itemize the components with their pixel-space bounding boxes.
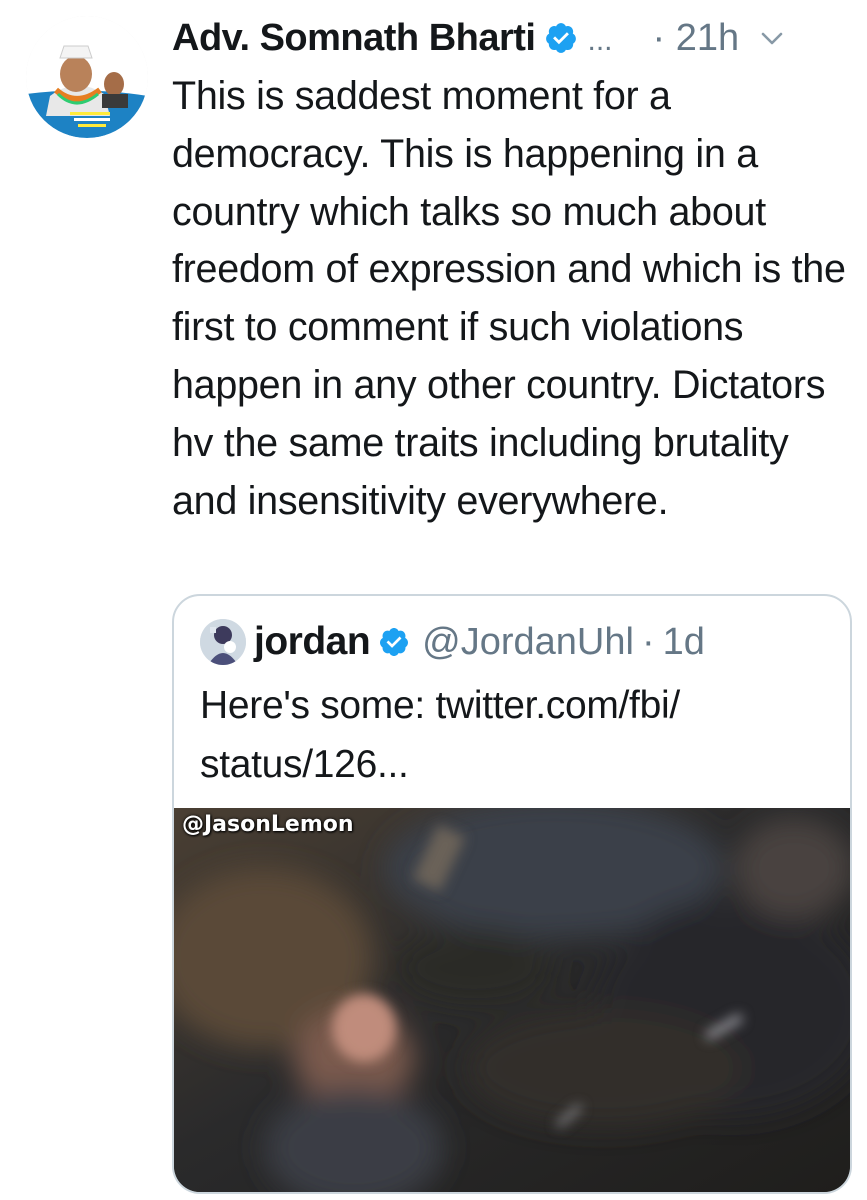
quoted-text-line-1[interactable]: Here's some: twitter.com/fbi/ <box>200 684 680 727</box>
quoted-handle[interactable]: @JordanUhl <box>422 621 634 664</box>
quoted-display-name[interactable]: jordan <box>254 620 371 664</box>
video-watermark: @JasonLemon <box>182 812 354 837</box>
quoted-tweet-card[interactable]: jordan @JordanUhl · 1d Here's some: twit… <box>172 594 852 1194</box>
name-truncation-ellipsis: ... <box>587 24 613 57</box>
tweet-timestamp[interactable]: · 21h <box>653 17 740 60</box>
verified-badge-icon <box>544 21 578 55</box>
tweet-header: Adv. Somnath Bharti ... · 21h <box>172 10 852 66</box>
verified-badge-icon <box>378 626 410 658</box>
display-name[interactable]: Adv. Somnath Bharti <box>172 17 536 60</box>
tweet-text: This is saddest moment for a democracy. … <box>172 74 846 523</box>
video-frame <box>174 808 850 1192</box>
profile-avatar[interactable] <box>26 16 148 138</box>
quoted-tweet-text: Here's some: twitter.com/fbi/status/126.… <box>200 676 820 794</box>
chevron-down-icon[interactable] <box>757 23 787 53</box>
quoted-avatar[interactable] <box>200 619 246 665</box>
quoted-text-line-2[interactable]: status/126... <box>200 743 409 786</box>
quoted-tweet-header: jordan @JordanUhl · 1d <box>200 616 705 668</box>
separator-dot: · <box>641 620 655 663</box>
quoted-timestamp[interactable]: 1d <box>663 621 705 664</box>
quoted-video-media[interactable]: @JasonLemon <box>174 808 850 1192</box>
tweet[interactable]: Adv. Somnath Bharti ... · 21h This is sa… <box>0 0 867 1200</box>
